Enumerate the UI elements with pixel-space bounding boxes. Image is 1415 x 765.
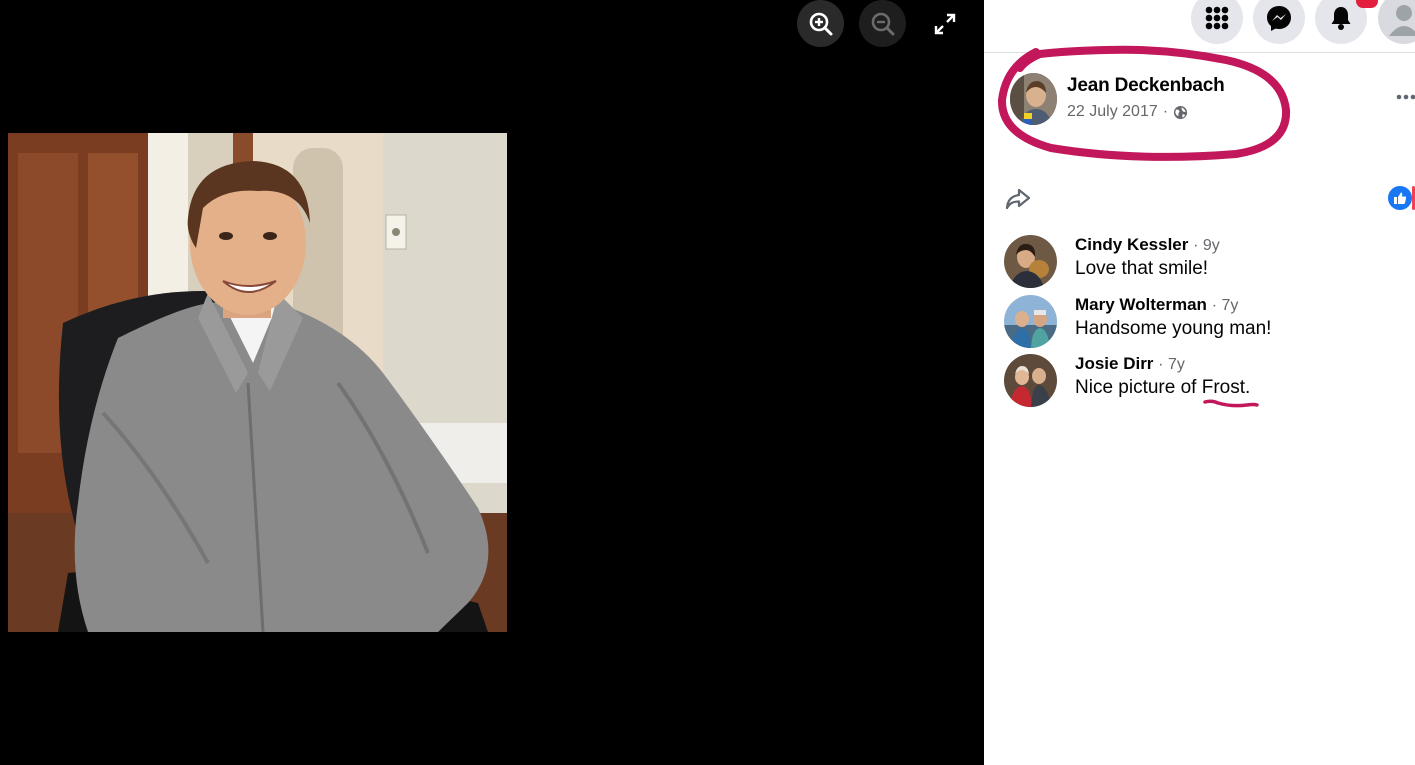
notification-count-badge[interactable] <box>1356 0 1378 8</box>
author-profile-image <box>1010 73 1057 125</box>
messenger-icon <box>1267 6 1291 31</box>
commenter-avatar[interactable] <box>1004 235 1057 288</box>
commenter-name-link[interactable]: Mary Wolterman · 7y <box>1075 295 1238 315</box>
fullscreen-button[interactable] <box>921 0 968 47</box>
commenter-name[interactable]: Cindy Kessler <box>1075 235 1188 254</box>
post-meta: 22 July 2017 · <box>1067 103 1188 121</box>
comment-text: Love that smile! <box>1075 258 1209 279</box>
comment-item: Cindy Kessler · 9y Love that smile! <box>1004 235 1404 291</box>
photo-viewer <box>0 0 984 765</box>
account-button[interactable] <box>1378 0 1415 44</box>
zoom-out-button[interactable] <box>859 0 906 47</box>
top-navigation-bar <box>984 0 1415 53</box>
commenter-profile-image <box>1004 354 1057 407</box>
bell-icon <box>1331 7 1351 30</box>
commenter-name-link[interactable]: Cindy Kessler · 9y <box>1075 235 1220 255</box>
zoom-in-button[interactable] <box>797 0 844 47</box>
zoom-in-icon <box>809 12 832 35</box>
comment-text: Handsome young man! <box>1075 318 1272 339</box>
grid-menu-icon <box>1205 6 1229 30</box>
meta-separator: · <box>1162 103 1169 120</box>
expand-icon <box>934 13 955 34</box>
messenger-button[interactable] <box>1253 0 1305 44</box>
commenter-profile-image <box>1004 295 1057 348</box>
menu-button[interactable] <box>1191 0 1243 44</box>
thumbs-up-icon <box>1394 192 1407 204</box>
boy-portrait-image <box>8 133 507 632</box>
author-avatar[interactable] <box>1010 73 1057 125</box>
globe-icon <box>1174 105 1188 119</box>
account-avatar-icon <box>1389 5 1415 36</box>
post-date-link[interactable]: 22 July 2017 <box>1067 103 1158 121</box>
comment-time[interactable]: · 7y <box>1212 297 1239 314</box>
commenter-name[interactable]: Mary Wolterman <box>1075 295 1207 314</box>
post-side-panel: Jean Deckenbach 22 July 2017 · Cindy Kes… <box>984 0 1415 765</box>
commenter-name-link[interactable]: Josie Dirr · 7y <box>1075 354 1185 374</box>
commenter-avatar[interactable] <box>1004 295 1057 348</box>
comment-time[interactable]: · 7y <box>1158 356 1185 373</box>
zoom-out-icon <box>871 12 894 35</box>
more-options-button[interactable] <box>1395 86 1415 108</box>
comment-text: Nice picture of Frost. <box>1075 377 1251 398</box>
comment-item: Mary Wolterman · 7y Handsome young man! <box>1004 295 1404 351</box>
comment-item: Josie Dirr · 7y Nice picture of Frost. <box>1004 354 1404 410</box>
post-photo <box>8 133 507 632</box>
commenter-name[interactable]: Josie Dirr <box>1075 354 1153 373</box>
commenter-profile-image <box>1004 235 1057 288</box>
more-dots-icon <box>1396 94 1415 100</box>
like-reaction-icon[interactable] <box>1388 186 1412 210</box>
comment-time[interactable]: · 9y <box>1193 237 1220 254</box>
commenter-avatar[interactable] <box>1004 354 1057 407</box>
post-header: Jean Deckenbach 22 July 2017 · <box>1010 73 1330 129</box>
share-arrow-icon <box>1005 188 1031 210</box>
share-button[interactable] <box>1004 185 1032 213</box>
author-name-link[interactable]: Jean Deckenbach <box>1067 75 1225 97</box>
